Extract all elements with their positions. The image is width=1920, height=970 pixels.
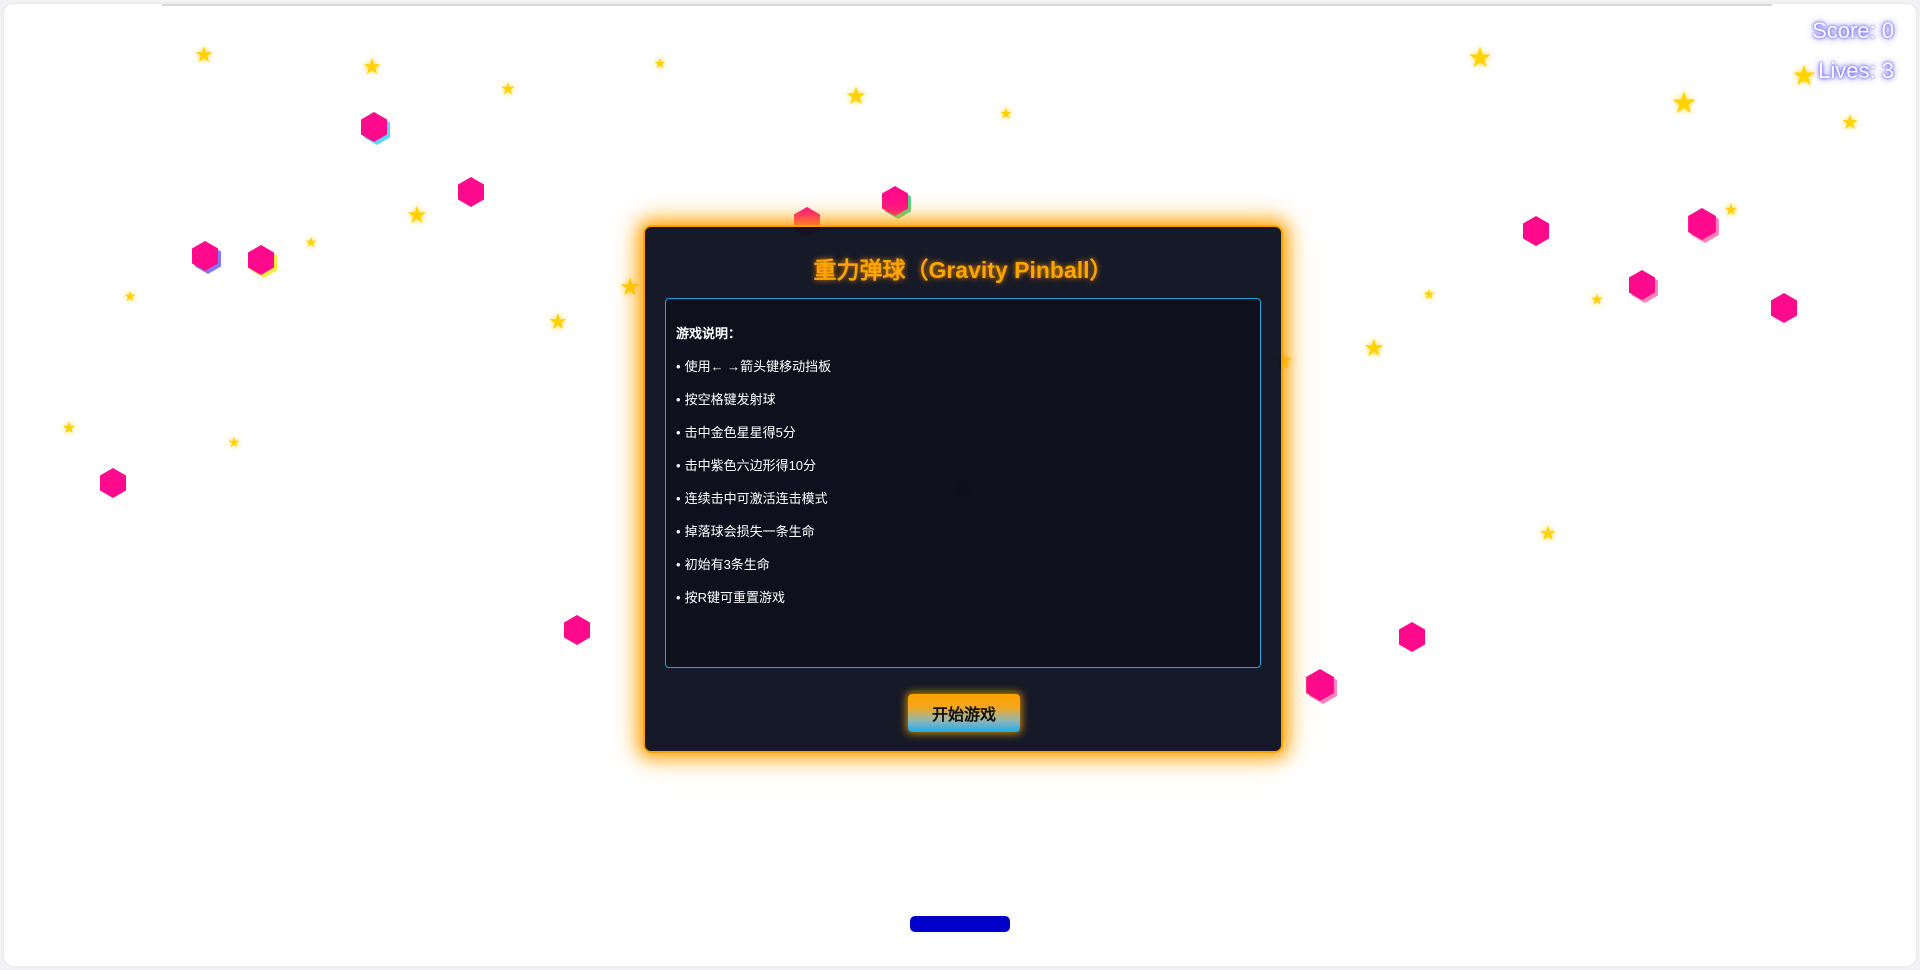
rule-item: • 使用← →箭头键移动挡板 xyxy=(676,356,1250,389)
bullet: • xyxy=(676,557,681,572)
rule-item: • 初始有3条生命 xyxy=(676,554,1250,587)
rule-text: 掉落球会损失一条生命 xyxy=(684,524,815,539)
top-divider xyxy=(162,4,1772,6)
bullet: • xyxy=(676,590,681,605)
hexagon-icon xyxy=(1521,216,1551,246)
rules-list: • 使用← →箭头键移动挡板 • 按空格键发射球 • 击中金色星星得5分 • 击中紫色六边形得… xyxy=(676,356,1250,620)
hexagon-icon xyxy=(1686,208,1719,243)
paddle[interactable] xyxy=(910,916,1010,932)
start-dialog: 重力弹球（Gravity Pinball） 游戏说明： • 使用← →箭头键移动挡… xyxy=(643,225,1283,753)
game-canvas[interactable]: ★ ★ ★ ★ ★ ★ ★ ★ ★ ★ ★ ★ ★ ★ ★ ★ ★ ★ ★ ★ ★ ★ ★ Score: 0 Lives: … xyxy=(4,4,1916,966)
rule-item: • 掉落球会损失一条生命 xyxy=(676,521,1250,554)
star-icon: ★ xyxy=(548,310,568,335)
rule-item: • 按R键可重置游戏 xyxy=(676,587,1250,620)
hexagon-icon xyxy=(880,186,911,219)
star-icon: ★ xyxy=(304,235,318,251)
star-icon: ★ xyxy=(1539,521,1557,545)
hexagon-icon xyxy=(1397,622,1427,652)
instructions-heading: 游戏说明： xyxy=(676,326,742,341)
instructions-panel: 游戏说明： • 使用← →箭头键移动挡板 • 按空格键发射球 • 击中金色星星得5分 • 击中… xyxy=(665,298,1261,668)
bullet: • xyxy=(676,359,681,374)
star-icon: ★ xyxy=(999,104,1013,123)
hexagon-icon xyxy=(1304,669,1337,704)
rule-item: • 连续击中可激活连击模式 xyxy=(676,488,1250,521)
rule-item: • 按空格键发射球 xyxy=(676,389,1250,422)
bullet: • xyxy=(676,458,681,473)
star-icon: ★ xyxy=(61,418,77,437)
star-icon: ★ xyxy=(500,79,516,100)
star-icon: ★ xyxy=(1363,334,1385,362)
rule-item: • 击中紫色六边形得10分 xyxy=(676,455,1250,488)
star-icon: ★ xyxy=(227,435,241,451)
hexagon-icon xyxy=(562,615,592,645)
star-icon: ★ xyxy=(1670,86,1698,121)
rule-text: 初始有3条生命 xyxy=(684,557,770,572)
hexagon-icon xyxy=(1769,293,1799,323)
lives-display: Lives: 3 xyxy=(1818,58,1894,83)
star-icon: ★ xyxy=(1723,200,1739,219)
star-icon: ★ xyxy=(1467,41,1493,74)
star-icon: ★ xyxy=(619,273,641,301)
rule-item: • 击中金色星星得5分 xyxy=(676,422,1250,455)
dialog-title: 重力弹球（Gravity Pinball） xyxy=(813,257,1113,283)
bullet: • xyxy=(676,392,681,407)
rule-text: 按R键可重置游戏 xyxy=(684,590,785,605)
rule-text: 按空格键发射球 xyxy=(684,392,776,407)
star-icon: ★ xyxy=(1791,59,1817,92)
hexagon-icon xyxy=(456,177,486,207)
hexagon-icon xyxy=(1627,270,1658,303)
bullet: • xyxy=(676,524,681,539)
hexagon-icon xyxy=(246,245,277,278)
bullet: • xyxy=(676,491,681,506)
rule-text: 连续击中可激活连击模式 xyxy=(684,491,828,506)
star-icon: ★ xyxy=(194,43,214,68)
rule-text: 击中紫色六边形得10分 xyxy=(684,458,817,473)
hexagon-icon xyxy=(98,468,128,498)
star-icon: ★ xyxy=(123,289,137,305)
star-icon: ★ xyxy=(1841,110,1859,134)
star-icon: ★ xyxy=(845,82,867,110)
start-game-button[interactable]: 开始游戏 xyxy=(908,694,1020,732)
star-icon: ★ xyxy=(653,56,667,72)
bullet: • xyxy=(676,425,681,440)
star-icon: ★ xyxy=(1422,287,1436,303)
hexagon-icon xyxy=(359,112,390,145)
rule-text: 使用← →箭头键移动挡板 xyxy=(684,359,832,374)
score-display: Score: 0 xyxy=(1812,18,1894,43)
star-icon: ★ xyxy=(362,55,382,80)
rule-text: 击中金色星星得5分 xyxy=(684,425,796,440)
hexagon-icon xyxy=(190,241,221,274)
star-icon: ★ xyxy=(1590,290,1604,309)
star-icon: ★ xyxy=(406,201,428,229)
